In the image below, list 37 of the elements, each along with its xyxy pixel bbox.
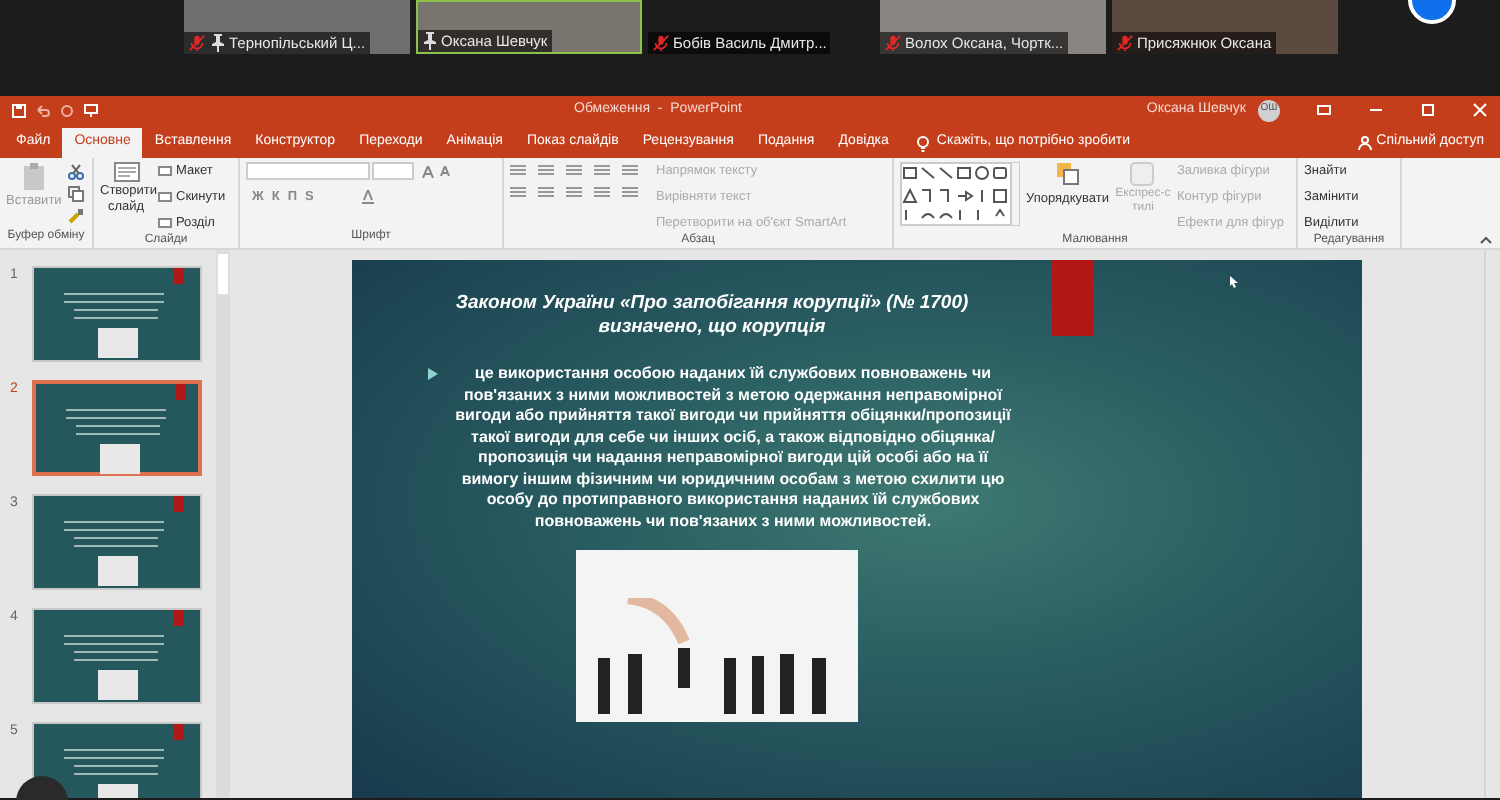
presentation-icon[interactable] <box>84 103 98 117</box>
pin-icon <box>421 32 437 50</box>
scrollbar[interactable] <box>1484 250 1500 798</box>
layout-icon <box>158 166 172 177</box>
clipboard-icon <box>21 162 46 190</box>
shapes-gallery[interactable] <box>900 162 1020 226</box>
font-name-field[interactable] <box>246 162 370 180</box>
maximize-icon[interactable] <box>1420 102 1436 118</box>
scissors-icon[interactable] <box>67 164 84 180</box>
person-icon <box>1358 136 1373 150</box>
muted-mic-icon <box>1115 34 1133 52</box>
close-icon[interactable] <box>1472 102 1488 118</box>
scrollbar[interactable] <box>216 250 230 798</box>
lightbulb-icon <box>916 135 931 151</box>
slide-bullet-text: це використання особою наданих їй службових повноважень чи пов'язаних з ними можливостей з метою одержання неправомірної вигоди або прийняття такої вигоди чи прийняття обіцянки/пропозиції такої вигоди для себе чи інших осіб, а також відповідно обіцянка/пропозиція чи надання неправомірної вигоди цій особі або на її вимогу іншим фізичним чи юридичним особам з метою схилити цю особу до протиправного використання наданих їй службових повноважень чи пов'язаних з ними можливостей. <box>453 364 1013 532</box>
slide-thumbnail[interactable] <box>32 266 202 362</box>
collapse-ribbon-icon[interactable] <box>1480 236 1492 244</box>
slide-thumbnail[interactable] <box>32 722 202 798</box>
slide-thumbnail[interactable] <box>32 380 202 476</box>
redo-icon[interactable] <box>60 103 74 117</box>
muted-mic-icon <box>651 34 669 52</box>
slide-thumbnail[interactable] <box>32 494 202 590</box>
pin-icon <box>209 34 225 52</box>
muted-mic-icon <box>883 34 901 52</box>
save-icon[interactable] <box>12 103 26 117</box>
bullet-arrow-icon <box>428 368 438 380</box>
slide-title: Законом України «Про запобігання корупції» (№ 1700) визначено, що корупція <box>453 292 971 340</box>
undo-icon[interactable] <box>36 103 50 117</box>
copy-icon[interactable] <box>67 186 84 202</box>
font-color-icon[interactable] <box>361 190 374 205</box>
font-size-field[interactable] <box>372 162 414 180</box>
muted-mic-icon <box>187 34 205 52</box>
grow-font-icon[interactable] <box>422 165 434 177</box>
shrink-font-icon[interactable] <box>440 166 450 176</box>
slide-thumbnail[interactable] <box>32 608 202 704</box>
ribbon-display-icon[interactable] <box>1316 102 1332 118</box>
cursor-icon <box>1230 276 1238 288</box>
